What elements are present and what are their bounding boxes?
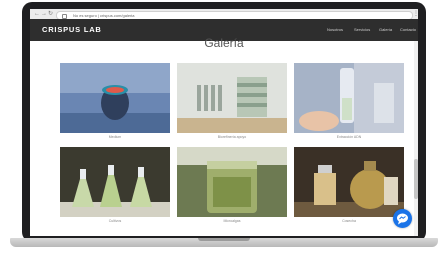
forward-icon[interactable]: → <box>41 10 47 18</box>
gallery-caption: Extracción ADN <box>336 135 362 139</box>
page-title: Galería <box>204 36 244 50</box>
gallery-caption: Medium <box>108 135 122 139</box>
gallery-photo[interactable] <box>60 147 170 217</box>
reload-icon[interactable]: ↻ <box>48 10 53 18</box>
laptop-notch <box>198 238 250 241</box>
gallery-photo[interactable] <box>177 147 287 217</box>
nav-contacto[interactable]: Contacto <box>400 27 416 32</box>
gallery-caption: Microalgas <box>223 219 241 223</box>
messenger-icon <box>397 213 408 225</box>
site-logo[interactable]: CRISPUS LAB <box>42 25 102 34</box>
gallery-photo[interactable] <box>294 63 404 133</box>
gallery-photo[interactable] <box>294 147 404 217</box>
nav-servicios[interactable]: Servicios <box>354 27 370 32</box>
url-text: No es seguro | crispus.com/galeria <box>73 12 135 18</box>
gallery-photo[interactable] <box>60 63 170 133</box>
gallery-photo[interactable] <box>177 63 287 133</box>
gallery-caption: Cosecha <box>342 219 356 223</box>
gallery-caption: Biorefinería apoyo <box>217 135 247 139</box>
nav-galeria[interactable]: Galería <box>379 27 392 32</box>
scrollbar-track[interactable] <box>414 41 418 236</box>
gallery-caption: Cultivos <box>108 219 122 223</box>
scrollbar-thumb[interactable] <box>414 159 418 199</box>
nav-nosotros[interactable]: Nosotros <box>327 27 343 32</box>
lock-icon <box>62 13 67 19</box>
chat-button[interactable] <box>393 209 412 228</box>
laptop-screen: ← → ↻ No es seguro | crispus.com/galeria… <box>30 9 418 236</box>
back-icon[interactable]: ← <box>34 10 40 18</box>
menu-icon[interactable]: ⋮ <box>413 10 418 18</box>
